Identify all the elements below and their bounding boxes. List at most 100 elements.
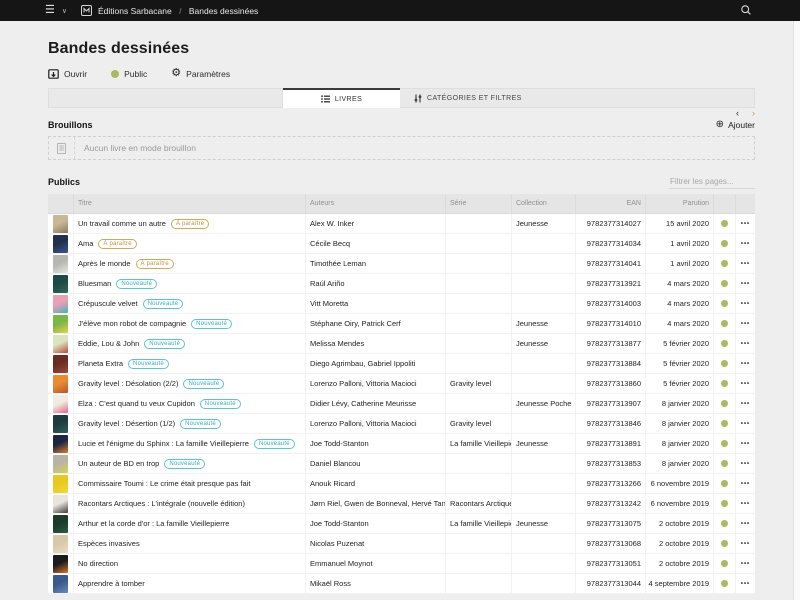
collection-cell [512, 554, 576, 573]
published-status-cell [714, 574, 736, 593]
parution-cell: 8 janvier 2020 [646, 414, 714, 433]
ellipsis-menu-icon[interactable]: ••• [741, 441, 750, 447]
published-dot-icon [721, 460, 728, 467]
published-status-cell [714, 414, 736, 433]
book-title: Lucie et l'énigme du Sphinx : La famille… [78, 439, 249, 448]
row-menu-cell: ••• [736, 214, 755, 233]
ellipsis-menu-icon[interactable]: ••• [741, 361, 750, 367]
ellipsis-menu-icon[interactable]: ••• [741, 341, 750, 347]
table-row[interactable]: Espèces invasivesNicolas Puzenat97823773… [48, 534, 755, 554]
row-menu-cell: ••• [736, 274, 755, 293]
status-badge: Nouveauté [254, 439, 295, 449]
status-badge: Nouveauté [191, 319, 232, 329]
book-icon [49, 137, 75, 159]
tab-livres[interactable]: LIVRES [283, 88, 400, 108]
book-title: Elza : C'est quand tu veux Cupidon [78, 399, 195, 408]
ellipsis-menu-icon[interactable]: ••• [741, 241, 750, 247]
collection-cell: Jeunesse [512, 514, 576, 533]
ellipsis-menu-icon[interactable]: ••• [741, 261, 750, 267]
ellipsis-menu-icon[interactable]: ••• [741, 461, 750, 467]
serie-cell: La famille Vieillepierre [446, 434, 512, 453]
add-book-button[interactable]: ⊕ Ajouter [716, 120, 755, 130]
ellipsis-menu-icon[interactable]: ••• [741, 301, 750, 307]
status-badge: Nouveauté [164, 459, 205, 469]
serie-cell: Racontars Arctiques [446, 494, 512, 513]
page-search-box[interactable] [48, 88, 283, 108]
hamburger-menu-icon[interactable]: ☰ [45, 5, 55, 16]
book-cover-thumbnail [48, 514, 74, 533]
table-row[interactable]: AmaÀ paraîtreCécile Becq97823773140341 a… [48, 234, 755, 254]
table-row[interactable]: Un travail comme un autreÀ paraîtreAlex … [48, 214, 755, 234]
header-status [714, 194, 736, 213]
tab-categories-et-filtres[interactable]: CATÉGORIES ET FILTRES [400, 88, 755, 108]
ellipsis-menu-icon[interactable]: ••• [741, 561, 750, 567]
book-cover-thumbnail [48, 574, 74, 593]
breadcrumb-workspace[interactable]: Éditions Sarbacane [98, 6, 172, 16]
table-row[interactable]: Crépuscule velvetNouveautéVitt Moretta97… [48, 294, 755, 314]
authors-cell: Cécile Becq [306, 234, 446, 253]
table-row[interactable]: Un auteur de BD en tropNouveautéDaniel B… [48, 454, 755, 474]
table-row[interactable]: BluesmanNouveautéRaúl Ariño9782377313921… [48, 274, 755, 294]
serie-cell [446, 274, 512, 293]
settings-button[interactable]: ⚙ Paramètres [171, 68, 230, 79]
status-badge: À paraître [98, 239, 136, 249]
book-title: Eddie, Lou & John [78, 339, 139, 348]
ellipsis-menu-icon[interactable]: ••• [741, 501, 750, 507]
table-row[interactable]: No directionEmmanuel Moynot9782377313051… [48, 554, 755, 574]
ellipsis-menu-icon[interactable]: ••• [741, 521, 750, 527]
table-row[interactable]: Lucie et l'énigme du Sphinx : La famille… [48, 434, 755, 454]
filter-pages-input[interactable] [669, 175, 755, 189]
ellipsis-menu-icon[interactable]: ••• [741, 221, 750, 227]
scrollbar[interactable] [793, 21, 800, 600]
book-title: Racontars Arctiques : L'intégrale (nouve… [78, 499, 245, 508]
list-icon [321, 95, 330, 103]
breadcrumb-page[interactable]: Bandes dessinées [189, 6, 258, 16]
workspace-logo-icon[interactable] [81, 5, 92, 16]
collection-cell: Jeunesse [512, 334, 576, 353]
title-cell: Un auteur de BD en tropNouveauté [74, 454, 306, 473]
published-status-cell [714, 514, 736, 533]
collection-cell: Jeunesse Poche [512, 394, 576, 413]
ellipsis-menu-icon[interactable]: ••• [741, 581, 750, 587]
add-book-label: Ajouter [728, 120, 755, 130]
table-row[interactable]: J'élève mon robot de compagnieNouveautéS… [48, 314, 755, 334]
ellipsis-menu-icon[interactable]: ••• [741, 421, 750, 427]
ellipsis-menu-icon[interactable]: ••• [741, 401, 750, 407]
table-row[interactable]: Racontars Arctiques : L'intégrale (nouve… [48, 494, 755, 514]
published-status-cell [714, 394, 736, 413]
title-cell: Racontars Arctiques : L'intégrale (nouve… [74, 494, 306, 513]
table-row[interactable]: Après le mondeÀ paraîtreTimothée Leman97… [48, 254, 755, 274]
collection-cell [512, 494, 576, 513]
prev-page-icon[interactable]: ‹ [736, 108, 739, 118]
ellipsis-menu-icon[interactable]: ••• [741, 281, 750, 287]
ellipsis-menu-icon[interactable]: ••• [741, 541, 750, 547]
search-icon[interactable] [740, 4, 752, 16]
ean-cell: 9782377313860 [576, 374, 646, 393]
status-badge: Nouveauté [143, 299, 184, 309]
chevron-down-icon[interactable]: ∨ [62, 7, 67, 15]
published-status-cell [714, 214, 736, 233]
serie-cell [446, 294, 512, 313]
table-row[interactable]: Arthur et la corde d'or : La famille Vie… [48, 514, 755, 534]
table-row[interactable]: Planeta ExtraNouveautéDiego Agrimbau, Ga… [48, 354, 755, 374]
ean-cell: 9782377313051 [576, 554, 646, 573]
book-title: J'élève mon robot de compagnie [78, 319, 186, 328]
next-page-icon[interactable]: › [752, 108, 755, 118]
serie-cell [446, 314, 512, 333]
parution-cell: 6 novembre 2019 [646, 494, 714, 513]
serie-cell [446, 354, 512, 373]
public-status[interactable]: Public [111, 69, 147, 79]
ellipsis-menu-icon[interactable]: ••• [741, 321, 750, 327]
ellipsis-menu-icon[interactable]: ••• [741, 481, 750, 487]
table-row[interactable]: Eddie, Lou & JohnNouveautéMelissa Mendes… [48, 334, 755, 354]
serie-cell [446, 214, 512, 233]
table-row[interactable]: Commissaire Toumi : Le crime était presq… [48, 474, 755, 494]
table-row[interactable]: Elza : C'est quand tu veux CupidonNouvea… [48, 394, 755, 414]
tab-livres-label: LIVRES [335, 96, 362, 103]
book-cover-thumbnail [48, 394, 74, 413]
table-row[interactable]: Gravity level : Désolation (2/2)Nouveaut… [48, 374, 755, 394]
open-button[interactable]: Ouvrir [48, 69, 87, 79]
ellipsis-menu-icon[interactable]: ••• [741, 381, 750, 387]
table-row[interactable]: Apprendre à tomberMikaël Ross97823773130… [48, 574, 755, 594]
table-row[interactable]: Gravity level : Désertion (1/2)Nouveauté… [48, 414, 755, 434]
